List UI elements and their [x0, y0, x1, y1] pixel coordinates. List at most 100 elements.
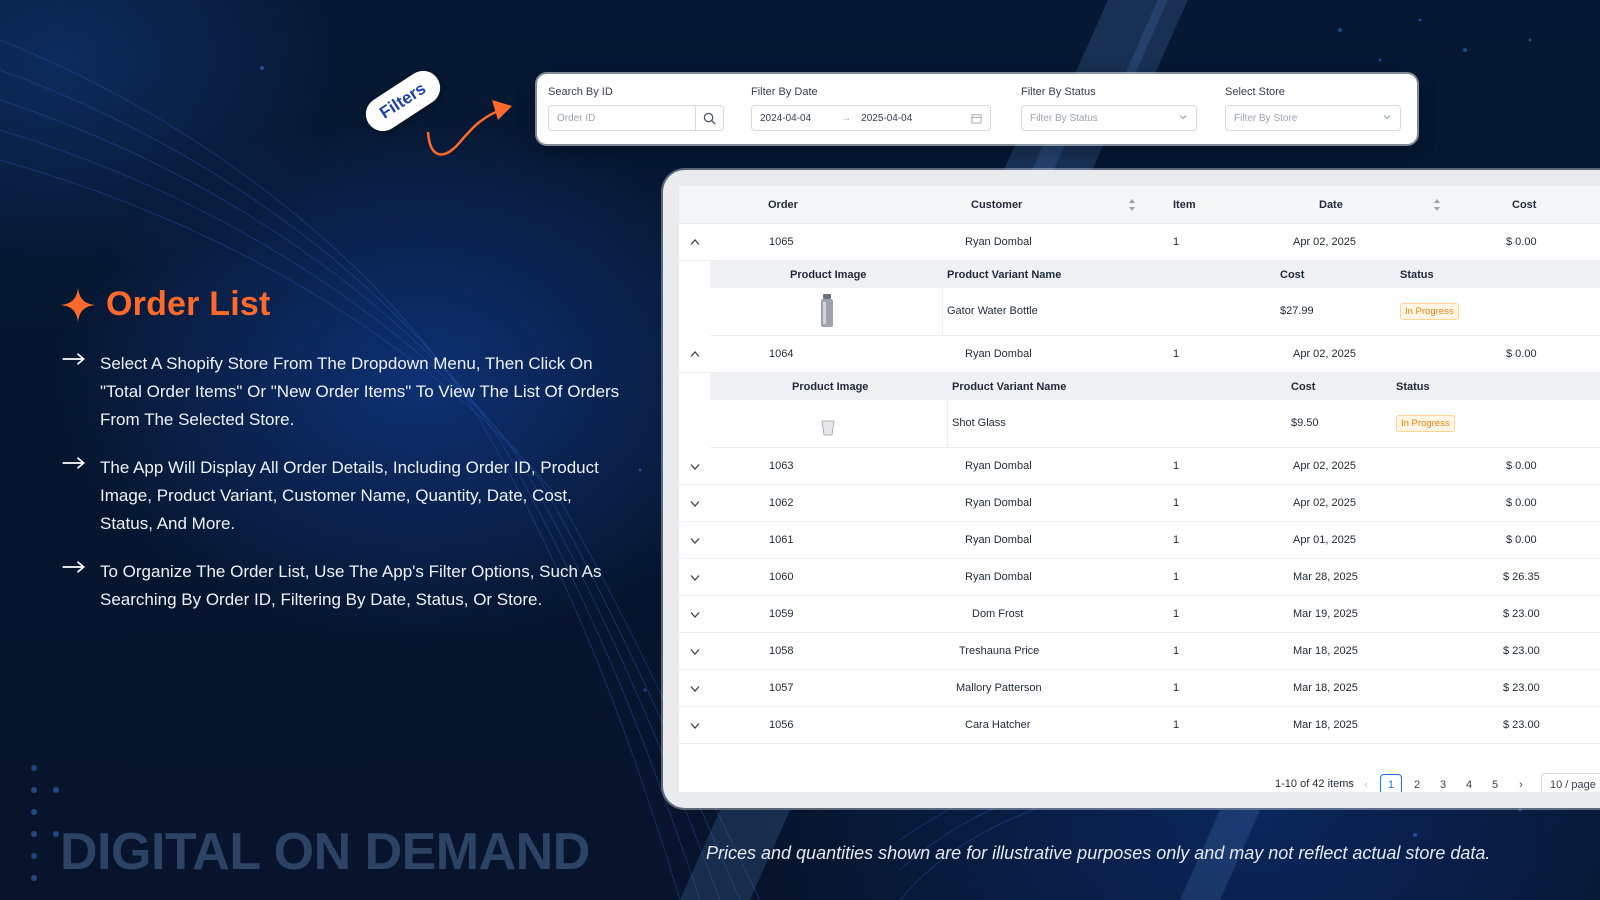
calendar-icon: [971, 114, 982, 124]
chevron-up-icon[interactable]: [690, 350, 700, 358]
chevron-down-icon[interactable]: [690, 500, 700, 508]
status-label: Filter By Status: [1021, 86, 1096, 98]
sub-column-status: Status: [1400, 269, 1434, 281]
variant-name: Shot Glass: [952, 417, 1006, 429]
arrow-right-icon: [62, 353, 85, 365]
status-select[interactable]: Filter By Status: [1021, 105, 1197, 131]
item-count: 1: [1173, 497, 1180, 509]
chevron-down-icon[interactable]: [690, 685, 700, 693]
date-range-picker[interactable]: 2024-04-04 → 2025-04-04: [751, 105, 991, 131]
customer-name: Ryan Dombal: [965, 348, 1032, 360]
chevron-down-icon[interactable]: [690, 537, 700, 545]
column-date[interactable]: Date: [1319, 199, 1343, 211]
order-date: Apr 02, 2025: [1293, 460, 1356, 472]
filter-by-status-group: Filter By Status Filter By Status: [1021, 86, 1197, 131]
chevron-down-icon: [1179, 115, 1187, 120]
date-end[interactable]: 2025-04-04: [861, 113, 912, 124]
chevron-up-icon[interactable]: [690, 238, 700, 246]
order-date: Mar 18, 2025: [1293, 719, 1358, 731]
item-count: 1: [1173, 682, 1180, 694]
feature-text: To Organize The Order List, Use The App'…: [100, 562, 602, 609]
status-placeholder: Filter By Status: [1030, 112, 1098, 124]
search-by-id-group: Search By ID Order ID: [548, 86, 724, 131]
page-2-button[interactable]: 2: [1406, 774, 1428, 792]
page-size-select[interactable]: 10 / page: [1541, 773, 1600, 792]
order-id: 1056: [769, 719, 794, 731]
prev-page-button[interactable]: ‹: [1355, 774, 1377, 792]
item-count: 1: [1173, 236, 1180, 248]
item-count: 1: [1173, 608, 1180, 620]
page-title: Order List: [106, 285, 271, 323]
chevron-down-icon[interactable]: [690, 463, 700, 471]
next-page-button[interactable]: ›: [1510, 774, 1532, 792]
table-row[interactable]: 1056 Cara Hatcher 1 Mar 18, 2025 $ 23.00: [679, 707, 1600, 744]
sort-icon[interactable]: [1128, 198, 1136, 212]
variant-name: Gator Water Bottle: [947, 305, 1038, 317]
product-image-bottle: [821, 294, 833, 327]
filter-bar: Search By ID Order ID Filter By Date 202…: [537, 74, 1417, 144]
customer-name: Ryan Dombal: [965, 534, 1032, 546]
column-customer[interactable]: Customer: [971, 199, 1022, 211]
pagination: 1-10 of 42 items ‹ 1 2 3 4 5 › 10 / page: [679, 770, 1600, 792]
feature-item: To Organize The Order List, Use The App'…: [60, 558, 620, 614]
table-row[interactable]: 1065 Ryan Dombal 1 Apr 02, 2025 $ 0.00: [679, 224, 1600, 261]
sub-column-status: Status: [1396, 381, 1430, 393]
customer-name: Ryan Dombal: [965, 236, 1032, 248]
filter-by-date-group: Filter By Date 2024-04-04 → 2025-04-04: [751, 86, 991, 131]
table-row[interactable]: 1064 Ryan Dombal 1 Apr 02, 2025 $ 0.00: [679, 336, 1600, 373]
sort-icon[interactable]: [1433, 198, 1441, 212]
status-badge: In Progress: [1396, 415, 1455, 432]
column-cost[interactable]: Cost: [1512, 199, 1536, 211]
order-cost: $ 23.00: [1503, 682, 1540, 694]
item-count: 1: [1173, 645, 1180, 657]
column-item[interactable]: Item: [1173, 199, 1196, 211]
customer-name: Mallory Patterson: [956, 682, 1042, 694]
order-id: 1065: [769, 236, 794, 248]
search-button[interactable]: [695, 106, 723, 130]
chevron-down-icon[interactable]: [690, 722, 700, 730]
sparkle-icon: [61, 287, 95, 322]
customer-name: Cara Hatcher: [965, 719, 1031, 731]
sub-column-product-image: Product Image: [792, 381, 869, 393]
order-table-panel: Order Customer Item Date Cost 1065 Ryan …: [663, 170, 1600, 808]
table-row[interactable]: 1063 Ryan Dombal 1 Apr 02, 2025 $ 0.00: [679, 448, 1600, 485]
chevron-down-icon: [1383, 115, 1391, 120]
arrow-right-icon: [62, 457, 85, 469]
order-cost: $ 0.00: [1506, 497, 1537, 509]
status-badge: In Progress: [1400, 303, 1459, 320]
order-id: 1058: [769, 645, 794, 657]
page-3-button[interactable]: 3: [1432, 774, 1454, 792]
column-order[interactable]: Order: [768, 199, 798, 211]
table-row[interactable]: 1060 Ryan Dombal 1 Mar 28, 2025 $ 26.35: [679, 559, 1600, 596]
brand-logo-text: DIGITAL ON DEMAND: [60, 823, 590, 881]
table-row[interactable]: 1059 Dom Frost 1 Mar 19, 2025 $ 23.00: [679, 596, 1600, 633]
order-date: Apr 01, 2025: [1293, 534, 1356, 546]
select-store-group: Select Store Filter By Store: [1225, 86, 1401, 131]
chevron-down-icon[interactable]: [690, 648, 700, 656]
product-image-glass: [821, 420, 835, 436]
feature-item: Select A Shopify Store From The Dropdown…: [60, 350, 620, 434]
order-cost: $ 0.00: [1506, 236, 1537, 248]
date-start[interactable]: 2024-04-04: [760, 113, 811, 124]
order-id-search-input[interactable]: Order ID: [548, 105, 724, 131]
chevron-down-icon[interactable]: [690, 574, 700, 582]
table-row[interactable]: 1058 Treshauna Price 1 Mar 18, 2025 $ 23…: [679, 633, 1600, 670]
store-placeholder: Filter By Store: [1234, 112, 1298, 124]
page-5-button[interactable]: 5: [1484, 774, 1506, 792]
table-row[interactable]: 1057 Mallory Patterson 1 Mar 18, 2025 $ …: [679, 670, 1600, 707]
feature-item: The App Will Display All Order Details, …: [60, 454, 620, 538]
table-row[interactable]: 1061 Ryan Dombal 1 Apr 01, 2025 $ 0.00: [679, 522, 1600, 559]
search-placeholder: Order ID: [557, 112, 596, 124]
sub-column-cost: Cost: [1291, 381, 1316, 393]
variant-cost: $9.50: [1291, 417, 1319, 429]
page-1-button[interactable]: 1: [1380, 774, 1402, 792]
order-cost: $ 0.00: [1506, 534, 1537, 546]
sub-table-header: Product Image Product Variant Name Cost …: [710, 373, 1600, 400]
page-4-button[interactable]: 4: [1458, 774, 1480, 792]
table-row[interactable]: 1062 Ryan Dombal 1 Apr 02, 2025 $ 0.00: [679, 485, 1600, 522]
store-select[interactable]: Filter By Store: [1225, 105, 1401, 131]
sub-table-header: Product Image Product Variant Name Cost …: [710, 261, 1600, 288]
chevron-down-icon[interactable]: [690, 611, 700, 619]
order-table: Order Customer Item Date Cost 1065 Ryan …: [679, 186, 1600, 792]
table-header: Order Customer Item Date Cost: [679, 186, 1600, 224]
